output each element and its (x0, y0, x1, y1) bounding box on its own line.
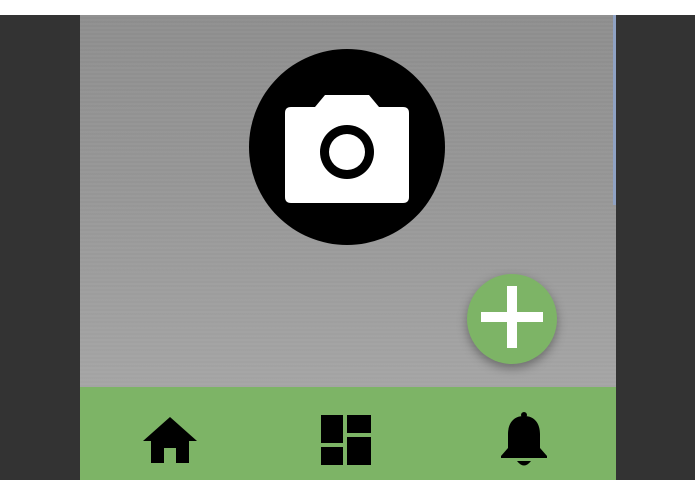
right-frame (616, 15, 695, 480)
add-button[interactable] (467, 274, 557, 364)
screen (0, 0, 695, 494)
nav-dashboard-button[interactable] (286, 387, 406, 480)
nav-notifications-button[interactable] (464, 387, 584, 480)
camera-icon (285, 91, 409, 203)
plus-icon (481, 285, 543, 353)
main-content (80, 15, 616, 387)
scrollbar[interactable] (613, 15, 616, 205)
bottom-navigation (80, 387, 616, 480)
nav-home-button[interactable] (110, 387, 230, 480)
left-frame (0, 15, 80, 480)
camera-button[interactable] (249, 49, 445, 245)
app-window (80, 15, 616, 480)
home-icon (143, 405, 197, 463)
dashboard-icon (321, 403, 371, 465)
bell-icon (499, 400, 549, 468)
